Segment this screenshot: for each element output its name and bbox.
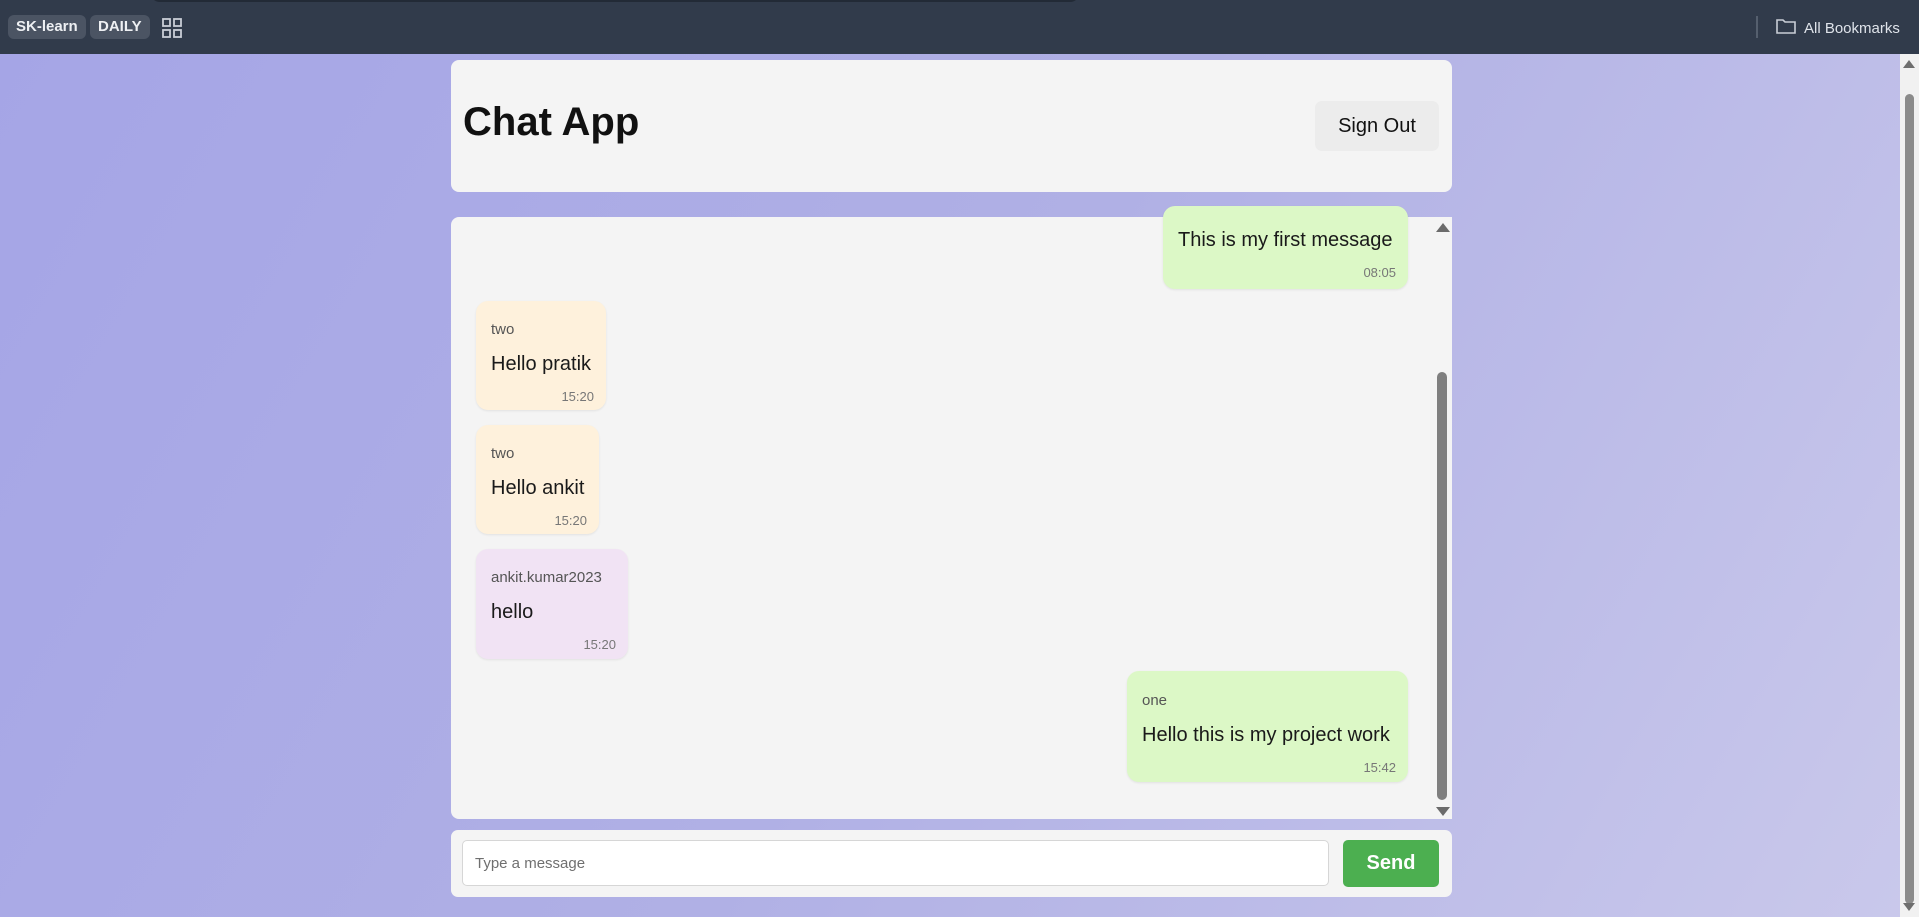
message-sender: ankit.kumar2023 — [491, 569, 602, 586]
all-bookmarks-button[interactable]: All Bookmarks — [1776, 17, 1900, 39]
app-header: Chat App Sign Out — [451, 60, 1452, 192]
message-time: 08:05 — [1363, 265, 1396, 280]
message-time: 15:42 — [1363, 760, 1396, 775]
chat-scroll-up-arrow[interactable] — [1436, 223, 1450, 232]
message-time: 15:20 — [554, 513, 587, 528]
chat-scroll-thumb[interactable] — [1437, 372, 1447, 800]
message-composer: Send — [451, 830, 1452, 897]
message-bubble-outgoing: one Hello this is my project work 15:42 — [1127, 671, 1408, 782]
message-bubble-incoming: two Hello pratik 15:20 — [476, 301, 606, 410]
message-time: 15:20 — [583, 637, 616, 652]
app-title: Chat App — [463, 100, 640, 144]
message-bubble-incoming: ankit.kumar2023 hello 15:20 — [476, 549, 628, 659]
message-sender: two — [491, 445, 515, 462]
apps-grid-icon[interactable] — [162, 18, 182, 38]
folder-icon — [1776, 18, 1804, 38]
send-button[interactable]: Send — [1343, 840, 1439, 887]
message-bubble-incoming: two Hello ankit 15:20 — [476, 425, 599, 534]
bookmark-sk-learn[interactable]: SK-learn — [8, 15, 86, 39]
message-sender: one — [1142, 692, 1168, 709]
address-bar-edge — [150, 0, 1080, 2]
message-sender: two — [491, 321, 515, 338]
bookmarks-divider — [1756, 16, 1758, 38]
message-text: Hello pratik — [491, 353, 592, 375]
sign-out-button[interactable]: Sign Out — [1315, 101, 1439, 151]
chat-scroll-down-arrow[interactable] — [1436, 807, 1450, 816]
message-text: hello — [491, 601, 534, 623]
bookmarks-bar: SK-learn DAILY All Bookmarks — [0, 0, 1919, 54]
message-text: This is my first message — [1178, 229, 1393, 251]
message-text: Hello this is my project work — [1142, 724, 1390, 746]
message-time: 15:20 — [561, 389, 594, 404]
message-bubble-outgoing: This is my first message 08:05 — [1163, 206, 1408, 289]
message-input[interactable] — [462, 840, 1329, 886]
page-scroll-down-arrow[interactable] — [1903, 903, 1915, 911]
page-scroll-up-arrow[interactable] — [1903, 60, 1915, 68]
message-text: Hello ankit — [491, 477, 585, 499]
page-scroll-thumb[interactable] — [1905, 94, 1914, 904]
all-bookmarks-label: All Bookmarks — [1804, 19, 1900, 37]
bookmark-daily[interactable]: DAILY — [90, 15, 150, 39]
